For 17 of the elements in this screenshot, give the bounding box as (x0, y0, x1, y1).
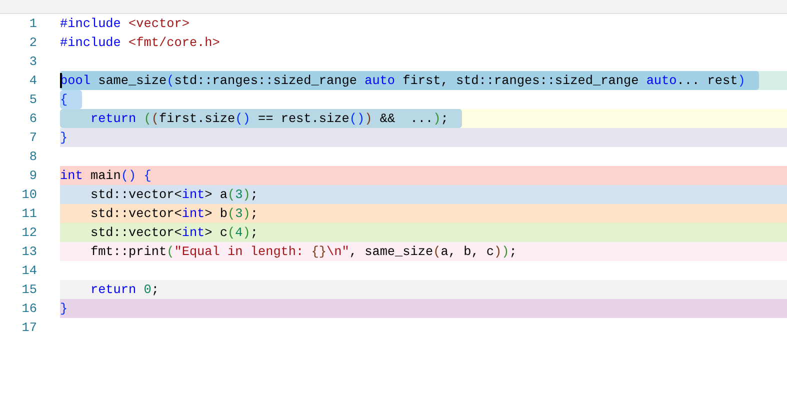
line-number: 10 (20, 186, 37, 204)
line-number: 11 (20, 204, 37, 223)
line-number: 9 (28, 166, 37, 185)
line-number: 7 (28, 128, 37, 147)
line-number: 16 (20, 300, 37, 318)
line-number: 2 (28, 34, 37, 52)
line-number: 6 (28, 110, 37, 128)
line-number: 14 (20, 262, 37, 280)
line-number: 8 (28, 148, 37, 166)
line-number: 15 (20, 280, 37, 299)
line-number: 4 (28, 72, 37, 90)
line-number: 13 (20, 242, 37, 261)
line-number: 12 (20, 224, 37, 242)
line-number: 5 (28, 90, 37, 109)
line-number: 17 (20, 318, 37, 337)
line-number: 1 (28, 14, 37, 33)
line-number: 3 (28, 52, 37, 71)
